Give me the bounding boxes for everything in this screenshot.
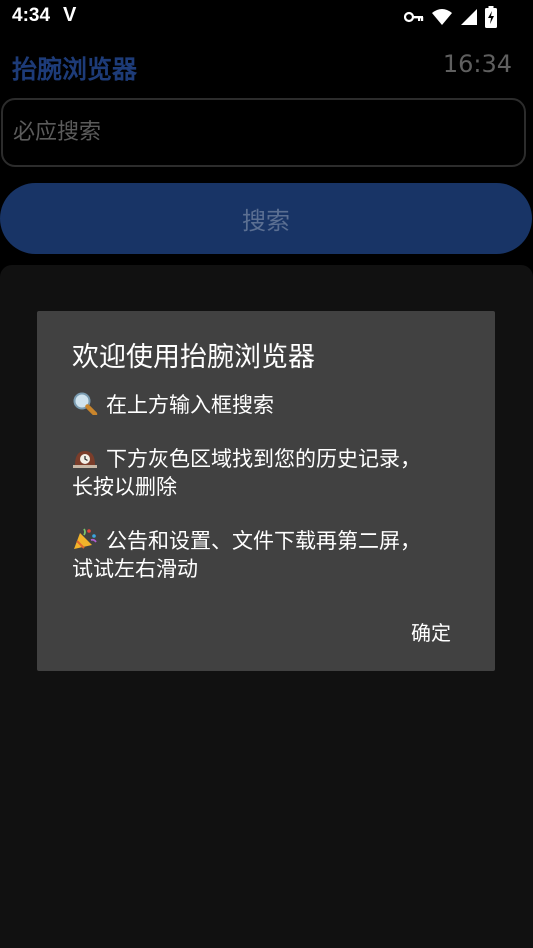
signal-icon — [460, 8, 478, 26]
search-box[interactable] — [1, 98, 526, 167]
clock-icon — [72, 447, 98, 469]
dialog-line-text: 下方灰色区域找到您的历史记录，长按以删除 — [72, 447, 421, 499]
dialog-line-search: 在上方输入框搜索 — [72, 391, 432, 419]
app-screen: 4:34 V 抬腕浏览器 16:34 必应搜索 搜索 欢迎使用抬腕浏览器 在上方… — [0, 0, 533, 948]
dialog-title: 欢迎使用抬腕浏览器 — [72, 342, 315, 373]
header-clock: 16:34 — [442, 50, 512, 78]
dialog-ok-button[interactable]: 确定 — [411, 617, 451, 646]
search-button[interactable]: 搜索 — [0, 183, 532, 254]
app-title: 抬腕浏览器 — [12, 55, 138, 84]
dialog-line-text: 公告和设置、文件下载再第二屏，试试左右滑动 — [72, 529, 421, 581]
magnifier-icon — [72, 391, 98, 417]
search-input[interactable] — [13, 100, 513, 165]
status-time: 4:34 — [12, 5, 51, 26]
carrier-indicator: V — [63, 4, 77, 26]
dialog-line-history: 下方灰色区域找到您的历史记录，长按以删除 — [72, 445, 432, 501]
dialog-line-text: 在上方输入框搜索 — [106, 393, 274, 417]
welcome-dialog: 欢迎使用抬腕浏览器 在上方输入框搜索 下方灰色区域找到您的历史记录，长按以删除 — [37, 311, 495, 671]
wifi-icon — [431, 8, 453, 26]
battery-charging-icon — [485, 6, 497, 28]
key-icon — [404, 11, 424, 23]
party-popper-icon — [72, 527, 98, 549]
dialog-line-settings: 公告和设置、文件下载再第二屏，试试左右滑动 — [72, 527, 432, 583]
status-icons — [404, 6, 497, 28]
status-bar: 4:34 V — [0, 0, 533, 36]
